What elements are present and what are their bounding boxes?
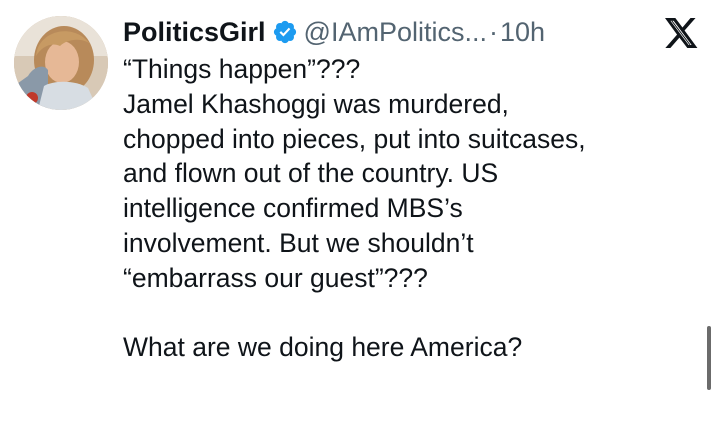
header-separator: · — [488, 16, 498, 47]
post-timestamp[interactable]: 10h — [500, 17, 545, 48]
tweet-line: chopped into pieces, put into suitcases, — [123, 123, 586, 154]
tweet-line: and flown out of the country. US — [123, 158, 499, 189]
tweet-card[interactable]: PoliticsGirl @IAmPolitics... · 10h “Thin… — [0, 0, 720, 434]
display-name[interactable]: PoliticsGirl — [123, 17, 266, 48]
tweet-line: Jamel Khashoggi was murdered, — [123, 88, 509, 119]
x-logo-icon[interactable] — [664, 18, 699, 48]
tweet-closing-line: What are we doing here America? — [123, 332, 523, 363]
tweet-line: “embarrass our guest”??? — [123, 262, 428, 293]
user-handle[interactable]: @IAmPolitics... — [304, 17, 487, 48]
tweet-line: involvement. But we shouldn’t — [123, 227, 474, 258]
tweet-content: PoliticsGirl @IAmPolitics... · 10h “Thin… — [123, 12, 703, 365]
scrollbar-thumb[interactable] — [707, 326, 711, 390]
tweet-header: PoliticsGirl @IAmPolitics... · 10h — [123, 12, 703, 52]
tweet-text: “Things happen”??? Jamel Khashoggi was m… — [123, 52, 703, 365]
avatar[interactable] — [14, 16, 108, 110]
tweet-line: “Things happen”??? — [123, 54, 361, 84]
verified-badge-icon — [272, 19, 298, 45]
tweet-line: intelligence confirmed MBS’s — [123, 193, 463, 224]
